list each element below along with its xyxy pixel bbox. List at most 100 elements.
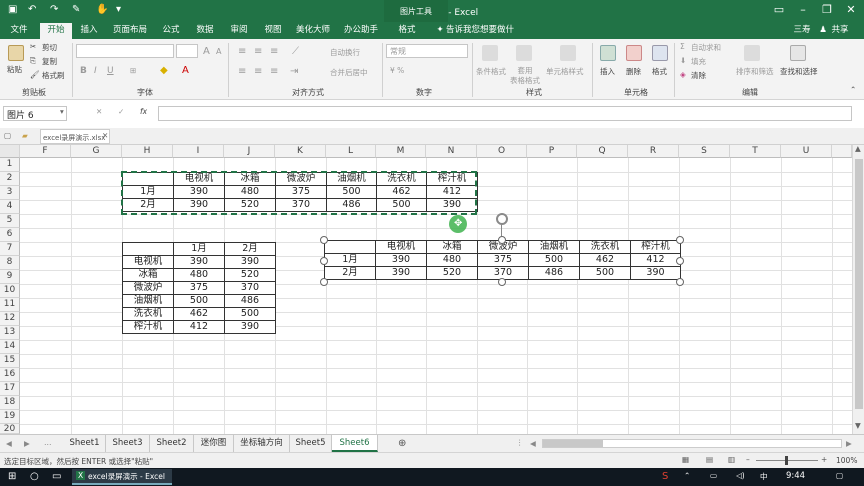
user-name[interactable]: 三寿 — [788, 23, 816, 39]
restore-button[interactable]: ❐ — [816, 3, 838, 16]
tab-office-assistant[interactable]: 办公助手 — [338, 23, 384, 39]
page-layout-view-icon[interactable]: ▤ — [706, 455, 713, 464]
zoom-level[interactable]: 100% — [836, 456, 857, 465]
sheet-tab[interactable]: Sheet2 — [150, 435, 194, 452]
table-cell[interactable]: 370 — [224, 281, 276, 295]
name-box[interactable]: 图片 6 — [3, 106, 67, 121]
prev-sheet-icon[interactable]: ◀ — [6, 439, 12, 448]
more-sheets-icon[interactable]: … — [44, 438, 52, 447]
hscroll-right-icon[interactable]: ▶ — [846, 439, 852, 448]
scroll-thumb[interactable] — [855, 159, 863, 409]
sheet-tab[interactable]: Sheet5 — [290, 435, 332, 452]
format-as-table-button[interactable]: 套用 表格格式 — [508, 66, 542, 86]
row-header[interactable]: 18 — [0, 396, 20, 410]
zoom-slider-thumb[interactable] — [785, 456, 788, 465]
task-view-icon[interactable]: ▭ — [52, 471, 61, 482]
row-header[interactable]: 1 — [0, 158, 20, 172]
tab-beautify[interactable]: 美化大师 — [292, 23, 334, 39]
table-cell[interactable]: 500 — [173, 294, 225, 308]
zoom-out-icon[interactable]: – — [746, 455, 750, 464]
row-header[interactable]: 7 — [0, 242, 20, 256]
formula-input[interactable] — [158, 106, 852, 121]
insert-cells-button[interactable]: 插入 — [600, 66, 615, 77]
resize-handle[interactable] — [676, 236, 684, 244]
table-cell[interactable] — [122, 242, 174, 256]
table-cell[interactable]: 油烟机 — [122, 294, 174, 308]
taskbar-excel-app[interactable]: X excel录屏演示 - Excel — [72, 469, 172, 485]
tab-page-layout[interactable]: 页面布局 — [106, 23, 154, 39]
table-cell[interactable]: 冰箱 — [122, 268, 174, 282]
sheet-tab[interactable]: Sheet3 — [106, 435, 150, 452]
cell-styles-button[interactable]: 单元格样式 — [546, 66, 584, 77]
column-header[interactable]: R — [628, 145, 679, 158]
normal-view-icon[interactable]: ▦ — [682, 455, 689, 464]
row-header[interactable]: 10 — [0, 284, 20, 298]
table-cell[interactable]: 洗衣机 — [376, 172, 427, 186]
copy-icon[interactable]: ⎘ — [30, 56, 36, 66]
table-cell[interactable]: 520 — [224, 198, 276, 212]
ribbon-display-icon[interactable]: ▭ — [768, 3, 790, 16]
horizontal-scrollbar[interactable] — [542, 439, 842, 448]
table-cell[interactable]: 462 — [376, 185, 427, 199]
find-select-button[interactable]: 查找和选择 — [780, 66, 818, 77]
hscroll-thumb[interactable] — [543, 440, 603, 447]
copy-button[interactable]: 复制 — [42, 56, 57, 67]
tab-split-icon[interactable]: ⋮ — [516, 438, 524, 447]
close-workbook-icon[interactable]: ✕ — [102, 131, 108, 140]
align-left-icon[interactable]: ≡ — [238, 66, 246, 77]
cut-button[interactable]: 剪切 — [42, 42, 57, 53]
row-header[interactable]: 15 — [0, 354, 20, 368]
column-header[interactable]: H — [122, 145, 173, 158]
tab-review[interactable]: 审阅 — [224, 23, 254, 39]
table-cell[interactable]: 榨汁机 — [426, 172, 478, 186]
tray-app-icon[interactable]: S — [662, 471, 668, 482]
table-cell[interactable]: 390 — [173, 185, 225, 199]
table-cell[interactable]: 微波炉 — [122, 281, 174, 295]
autosum-button[interactable]: 自动求和 — [691, 42, 721, 53]
table-cell[interactable]: 462 — [173, 307, 225, 321]
row-header[interactable]: 16 — [0, 368, 20, 382]
table-cell[interactable]: 2月 — [224, 242, 276, 256]
column-header[interactable]: S — [679, 145, 730, 158]
column-header[interactable]: M — [376, 145, 426, 158]
column-header[interactable]: K — [275, 145, 326, 158]
sort-filter-icon[interactable] — [744, 45, 760, 61]
column-header[interactable]: G — [71, 145, 122, 158]
tab-data[interactable]: 数据 — [190, 23, 220, 39]
autosum-icon[interactable]: Σ — [680, 42, 685, 51]
add-sheet-icon[interactable]: ⊕ — [398, 438, 406, 449]
row-header[interactable]: 17 — [0, 382, 20, 396]
row-header[interactable]: 12 — [0, 312, 20, 326]
table-cell[interactable]: 冰箱 — [224, 172, 276, 186]
table-cell[interactable]: 390 — [173, 198, 225, 212]
row-header[interactable]: 5 — [0, 214, 20, 228]
column-header[interactable]: U — [781, 145, 832, 158]
row-header[interactable]: 8 — [0, 256, 20, 270]
tab-home[interactable]: 开始 — [40, 23, 72, 39]
table-cell[interactable]: 500 — [326, 185, 377, 199]
cut-icon[interactable]: ✂ — [30, 42, 36, 51]
format-painter-icon[interactable]: 🖌 — [30, 70, 40, 79]
wrap-text-button[interactable]: 自动换行 — [330, 47, 360, 58]
table-cell[interactable]: 电视机 — [122, 255, 174, 269]
table-cell[interactable]: 412 — [426, 185, 478, 199]
shrink-font-button[interactable]: A — [216, 47, 221, 56]
rotate-handle-icon[interactable] — [496, 213, 508, 225]
input-method-icon[interactable]: 中 — [760, 471, 768, 482]
conditional-format-icon[interactable] — [482, 45, 498, 61]
select-all-corner[interactable] — [0, 145, 20, 158]
row-header[interactable]: 4 — [0, 200, 20, 214]
column-header[interactable]: J — [224, 145, 275, 158]
table-cell[interactable]: 电视机 — [173, 172, 225, 186]
workbook-tab[interactable]: excel录屏演示.xlsx — [40, 129, 110, 144]
column-header[interactable]: N — [426, 145, 477, 158]
windows-start-icon[interactable]: ⊞ — [8, 471, 16, 482]
italic-button[interactable]: I — [94, 66, 97, 76]
align-middle-icon[interactable]: ≡ — [254, 46, 262, 57]
resize-handle[interactable] — [320, 257, 328, 265]
align-right-icon[interactable]: ≡ — [270, 66, 278, 77]
scroll-up-icon[interactable]: ▲ — [855, 144, 861, 153]
search-icon[interactable]: ○ — [30, 471, 39, 482]
table-cell[interactable]: 油烟机 — [326, 172, 377, 186]
table-cell[interactable]: 390 — [224, 255, 276, 269]
